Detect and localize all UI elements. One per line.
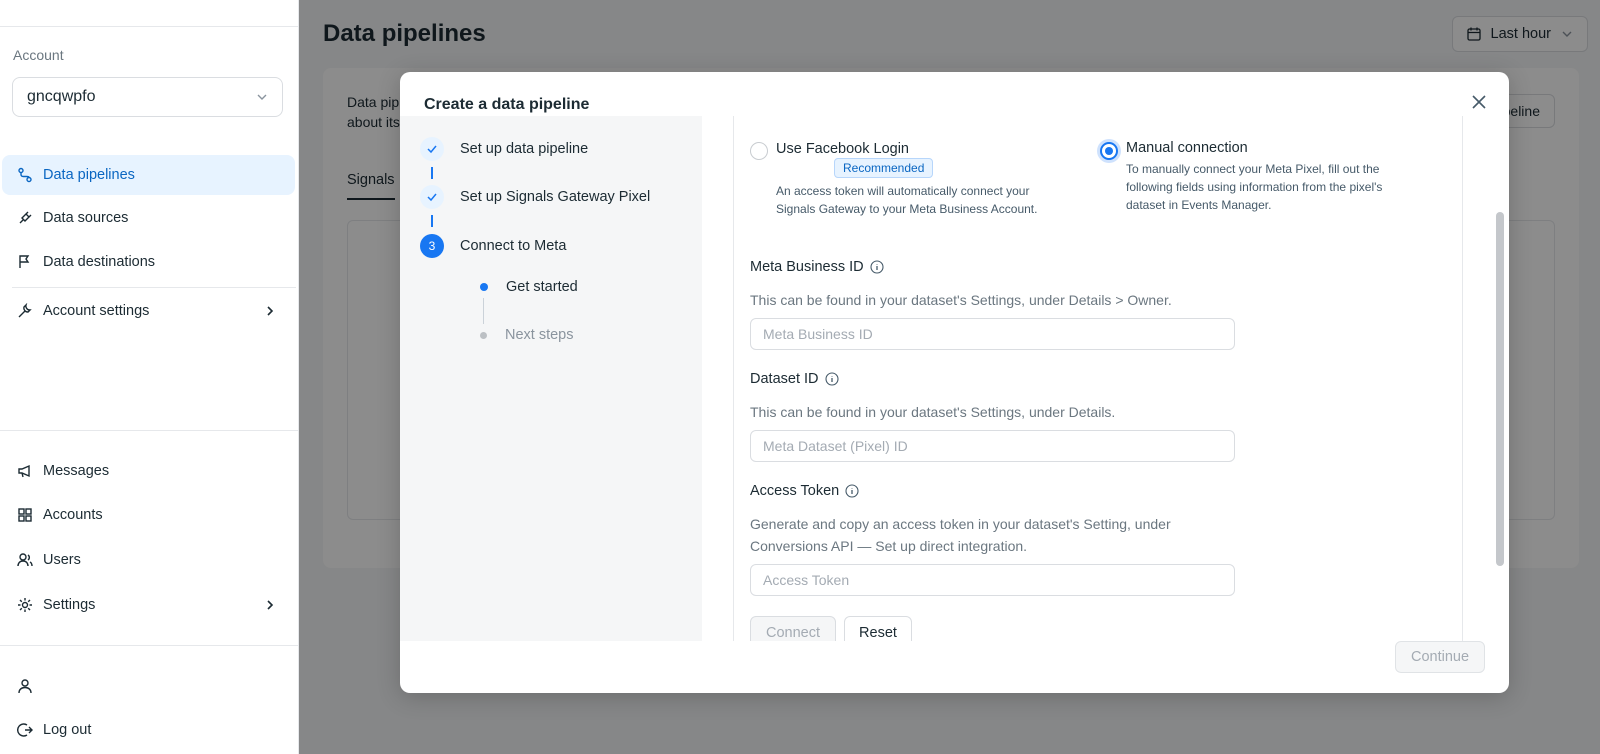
step-connector [431,215,433,227]
field-label-text: Meta Business ID [750,259,864,275]
option-description-line: To manually connect your Meta Pixel, fil… [1126,162,1380,176]
substep-next-steps: Next steps [480,327,574,343]
radio-manual-connection[interactable] [1100,142,1118,160]
connection-form: Use Facebook Login Recommended An access… [733,116,1463,641]
step-setup-gateway-pixel: Set up Signals Gateway Pixel [420,185,650,209]
substep-connector [483,298,484,324]
step-label: Connect to Meta [460,238,567,254]
option-description-line: dataset in Events Manager. [1126,198,1272,212]
stepper: Set up data pipeline Set up Signals Gate… [400,116,702,641]
option-title: Use Facebook Login [776,141,909,157]
step-connector [431,167,433,179]
substep-label: Next steps [505,327,574,343]
business-id-label: Meta Business ID [750,259,884,275]
continue-button[interactable]: Continue [1395,641,1485,673]
access-token-help: Generate and copy an access token in you… [750,513,1220,557]
field-label-text: Access Token [750,483,840,499]
field-help-line: Conversions API — Set up direct integrat… [750,538,1028,554]
option-facebook-login[interactable]: Use Facebook Login Recommended An access… [750,140,1070,218]
create-pipeline-modal: Create a data pipeline Set up data pipel… [400,72,1509,693]
dataset-id-help: This can be found in your dataset's Sett… [750,404,1116,420]
info-icon[interactable] [870,260,884,274]
option-title: Manual connection [1126,140,1248,156]
substep-get-started: Get started [480,279,578,295]
step-number: 3 [420,234,444,258]
radio-facebook-login[interactable] [750,142,768,160]
access-token-input[interactable] [750,564,1235,596]
access-token-label: Access Token [750,483,859,499]
option-description-line: Signals Gateway to your Meta Business Ac… [776,202,1038,216]
close-icon [1472,95,1486,109]
dataset-id-label: Dataset ID [750,371,839,387]
option-description: An access token will automatically conne… [776,182,1070,218]
reset-button[interactable]: Reset [844,616,912,641]
option-manual-connection[interactable]: Manual connection To manually connect yo… [1100,140,1440,214]
info-icon[interactable] [824,372,839,386]
substep-dot [480,283,488,291]
step-label: Set up Signals Gateway Pixel [460,189,651,205]
option-description-line: An access token will automatically conne… [776,184,1030,198]
field-help-line: Generate and copy an access token in you… [750,516,1171,532]
option-description: To manually connect your Meta Pixel, fil… [1126,160,1382,214]
substep-label: Get started [506,279,578,295]
sidebar-backdrop [0,0,299,754]
dataset-id-input[interactable] [750,430,1235,462]
check-icon [420,137,444,161]
option-description-line: following fields using information from … [1126,180,1383,194]
close-button[interactable] [1467,90,1491,114]
scrollbar[interactable] [1496,212,1504,566]
modal-title: Create a data pipeline [424,96,590,113]
step-setup-pipeline: Set up data pipeline [420,137,588,161]
info-icon[interactable] [845,484,859,498]
check-icon [420,185,444,209]
connect-button[interactable]: Connect [750,616,836,641]
business-id-help: This can be found in your dataset's Sett… [750,292,1172,308]
step-connect-to-meta: 3 Connect to Meta [420,234,566,258]
recommended-badge: Recommended [834,158,934,178]
field-label-text: Dataset ID [750,371,819,387]
business-id-input[interactable] [750,318,1235,350]
step-label: Set up data pipeline [460,141,589,157]
substep-dot [480,331,487,339]
